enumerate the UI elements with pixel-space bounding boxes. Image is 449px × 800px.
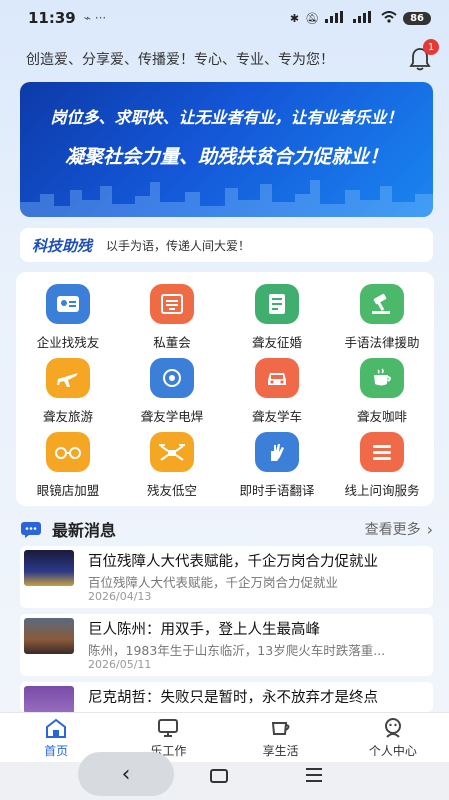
- banner-line-2: 凝聚社会力量、助残扶贫合力促就业！: [64, 146, 388, 168]
- news-thumbnail: [24, 618, 74, 654]
- service-label: 聋友征婚: [251, 335, 302, 350]
- tab-label: 个人中心: [368, 744, 417, 758]
- car-icon: [255, 358, 299, 398]
- news-header: 最新消息 查看更多 ›: [20, 516, 433, 542]
- signal-icon: [325, 10, 347, 26]
- service-driving[interactable]: 聋友学车: [225, 358, 329, 428]
- science-title: 科技助残: [32, 236, 93, 255]
- service-deaf-travel[interactable]: 聋友旅游: [16, 358, 120, 428]
- service-sign-translation[interactable]: 即时手语翻译: [225, 432, 329, 502]
- service-label: 聋友学车: [251, 409, 302, 424]
- news-item[interactable]: 百位残障人大代表赋能，千企万岗合力促就业 百位残障人大代表赋能，千企万岗合力促就…: [20, 546, 433, 608]
- view-more-link[interactable]: 查看更多 ›: [365, 519, 433, 539]
- service-label: 聋友旅游: [42, 409, 93, 424]
- science-assist-bar[interactable]: 科技助残 以手为语，传递人间大爱！: [20, 228, 433, 262]
- service-legal-aid[interactable]: 手语法律援助: [330, 284, 434, 354]
- mute-icon: 🔕︎: [305, 11, 320, 25]
- tab-label: 首页: [44, 744, 69, 758]
- menu-line: [306, 768, 322, 770]
- user-icon: [381, 717, 405, 739]
- news-headline: 百位残障人大代表赋能，千企万岗合力促就业: [88, 554, 378, 570]
- service-welding[interactable]: 聋友学电焊: [120, 358, 224, 428]
- service-label: 私董会: [153, 335, 191, 350]
- bottom-tab-bar: 首页 乐工作 享生活 个人中心: [0, 712, 449, 762]
- coffee-icon: [360, 358, 404, 398]
- status-bar: 11:39 ⌁ ··· ✱ 🔕︎ 86: [0, 0, 449, 36]
- battery-indicator: 86: [403, 11, 431, 25]
- service-coffee[interactable]: 聋友咖啡: [330, 358, 434, 428]
- signal-2-icon: [353, 10, 375, 26]
- service-label: 聋友学电焊: [140, 409, 204, 424]
- service-label: 手语法律援助: [344, 335, 420, 350]
- welding-icon: [150, 358, 194, 398]
- airplane-icon: [46, 358, 90, 398]
- news-item[interactable]: 尼克胡哲：失败只是暂时，永不放弃才是终点: [20, 682, 433, 712]
- slogan-text: 创造爱、分享爱、传播爱！专心、专业、专为您！: [26, 52, 334, 68]
- bluetooth-icon: ✱: [289, 11, 300, 25]
- recent-apps-button[interactable]: [306, 768, 322, 782]
- chevron-left-icon: ‹: [121, 761, 131, 787]
- service-private-board[interactable]: 私董会: [120, 284, 224, 354]
- news-date: 2026/05/11: [88, 658, 152, 671]
- service-label: 聋友咖啡: [356, 409, 407, 424]
- view-more-label: 查看更多: [364, 522, 421, 538]
- menu-line: [306, 774, 322, 776]
- home-icon: [44, 717, 68, 739]
- service-label: 线上问询服务: [344, 483, 420, 498]
- menu-line: [306, 780, 322, 782]
- news-summary: 百位残障人大代表赋能，千企万岗合力促就业: [88, 575, 339, 590]
- service-deaf-dating[interactable]: 聋友征婚: [225, 284, 329, 354]
- news-date: 2026/04/13: [88, 590, 152, 603]
- service-label: 残友低空: [146, 483, 197, 498]
- id-card-icon: [46, 284, 90, 324]
- news-thumbnail: [24, 550, 74, 586]
- sign-language-icon: [255, 432, 299, 472]
- slogan-row: 创造爱、分享爱、传播爱！专心、专业、专为您！ 1: [0, 39, 449, 78]
- monitor-icon: [156, 717, 180, 739]
- promo-banner[interactable]: 岗位多、求职快、让无业者有业，让有业者乐业！ 凝聚社会力量、助残扶贫合力促就业！: [20, 82, 433, 217]
- service-label: 企业找残友: [36, 335, 100, 350]
- notification-badge: 1: [423, 39, 439, 55]
- service-enterprise-find[interactable]: 企业找残友: [16, 284, 120, 354]
- news-summary: 陈州，1983年生于山东临沂，13岁爬火车时跌落重...: [88, 643, 386, 658]
- drone-icon: [150, 432, 194, 472]
- chevron-right-icon: ›: [426, 519, 433, 539]
- service-grid: 企业找残友 私董会 聋友征婚 手语法律援助 聋友旅游 聋友学电焊 聋友学车 聋友…: [16, 272, 434, 506]
- tab-life[interactable]: 享生活: [225, 713, 337, 762]
- news-title-wrap: 最新消息: [20, 517, 116, 541]
- status-time: 11:39: [28, 9, 76, 27]
- tab-label: 享生活: [262, 744, 299, 758]
- home-button[interactable]: [210, 769, 228, 783]
- news-thumbnail: [24, 686, 74, 712]
- list-icon: [360, 432, 404, 472]
- notification-bell-button[interactable]: 1: [409, 39, 439, 71]
- profile-card-icon: [255, 284, 299, 324]
- tab-profile[interactable]: 个人中心: [337, 713, 449, 762]
- service-online-inquiry[interactable]: 线上问询服务: [330, 432, 434, 502]
- city-skyline-graphic: [20, 180, 433, 217]
- wifi-icon: [381, 10, 397, 26]
- service-label: 即时手语翻译: [239, 483, 315, 498]
- service-glasses-franchise[interactable]: 眼镜店加盟: [16, 432, 120, 502]
- back-button[interactable]: ‹: [78, 752, 174, 796]
- news-headline: 巨人陈州：用双手，登上人生最高峰: [88, 622, 320, 638]
- service-label: 眼镜店加盟: [36, 483, 100, 498]
- service-low-altitude[interactable]: 残友低空: [120, 432, 224, 502]
- cup-icon: [269, 717, 293, 739]
- message-icon: [21, 522, 41, 538]
- banner-line-1: 岗位多、求职快、让无业者有业，让有业者乐业！: [50, 108, 403, 127]
- notification-dots-icon: ⌁ ···: [83, 11, 107, 25]
- news-item[interactable]: 巨人陈州：用双手，登上人生最高峰 陈州，1983年生于山东临沂，13岁爬火车时跌…: [20, 614, 433, 676]
- science-subtitle: 以手为语，传递人间大爱！: [106, 238, 251, 253]
- glasses-icon: [46, 432, 90, 472]
- status-left: 11:39 ⌁ ···: [28, 9, 106, 27]
- status-right: ✱ 🔕︎ 86: [289, 10, 431, 26]
- news-headline: 尼克胡哲：失败只是暂时，永不放弃才是终点: [88, 690, 378, 706]
- news-title: 最新消息: [52, 521, 117, 540]
- building-icon: [150, 284, 194, 324]
- gavel-icon: [360, 284, 404, 324]
